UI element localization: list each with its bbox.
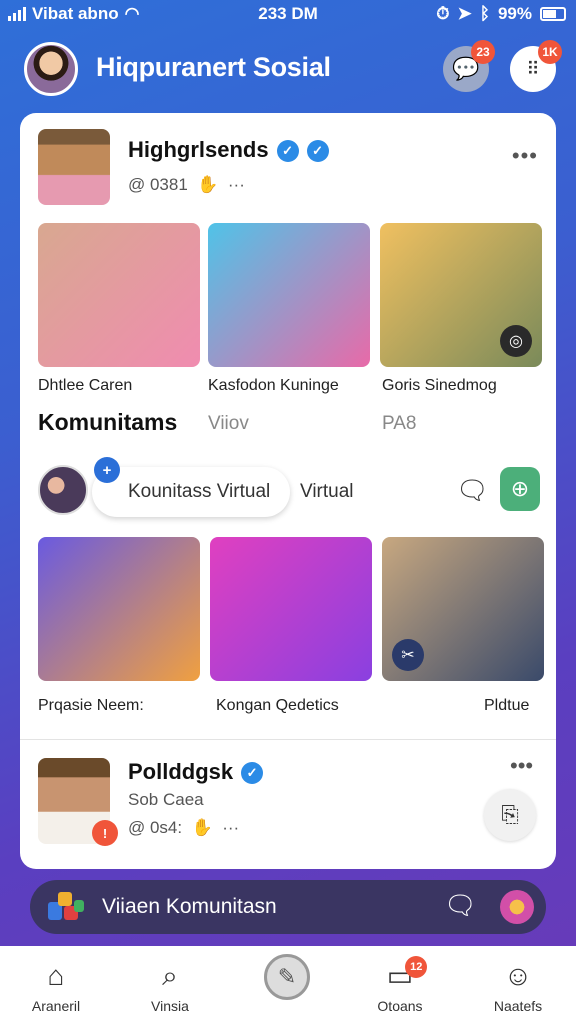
media-tile[interactable]: [38, 223, 200, 367]
compose-bar[interactable]: Viiaen Komunitasn 🗨: [30, 880, 546, 934]
app-title: Hiqpuranert Sosial: [96, 52, 331, 82]
post2-meta-text: @ 0s4:: [128, 818, 183, 837]
community-label: Pldtue: [484, 697, 530, 714]
ellipsis-icon[interactable]: ···: [217, 818, 239, 837]
post-header: Highgrlsends ✓ ✓ @ 0381 ✋ ··· •••: [38, 129, 538, 209]
community-tile[interactable]: [210, 537, 372, 681]
compose-input[interactable]: Viiaen Komunitasn: [102, 895, 277, 919]
feed-card: Highgrlsends ✓ ✓ @ 0381 ✋ ··· ••• ◎ Dhtlee…: [20, 113, 556, 869]
apps-badge: 1K: [538, 40, 562, 64]
community-avatar[interactable]: [38, 465, 88, 515]
divider: [20, 739, 556, 740]
post-author-label: Highgrlsends: [128, 137, 269, 162]
share-button[interactable]: ⎘: [484, 789, 536, 841]
battery-icon: [540, 7, 566, 21]
sticker-icon[interactable]: [500, 890, 534, 924]
post2-alert-badge: !: [92, 820, 118, 846]
post-media-row: ◎: [38, 223, 542, 369]
community-tile[interactable]: ✂: [382, 537, 544, 681]
home-icon: ⌂: [47, 960, 65, 991]
nav-messages[interactable]: ▭ 12 Otoans: [352, 956, 448, 1014]
community-media-row: ✂: [38, 537, 544, 683]
nav-label: Naatefs: [493, 998, 543, 1014]
community-label: Prqasie Neem:: [38, 697, 144, 714]
reaction-icon[interactable]: ✋: [187, 818, 213, 837]
community-pill[interactable]: Kounitass Virtual: [92, 467, 290, 517]
battery-percent: 99%: [497, 4, 532, 23]
grid-icon: ⠿: [526, 58, 540, 79]
nav-search[interactable]: ⌕ Vinsia: [122, 958, 218, 1014]
nav-label: Araneril: [31, 998, 81, 1014]
community-tile[interactable]: [38, 537, 200, 681]
post2-author-label: Pollddgsk: [128, 759, 234, 784]
search-icon: ⌕: [162, 960, 178, 991]
post2-meta: @ 0s4: ✋ ···: [128, 818, 239, 838]
search-community-button[interactable]: ⊕: [500, 467, 540, 511]
verified-icon: ✓: [241, 762, 264, 785]
nav-label: Vinsia: [151, 998, 189, 1014]
post2-subtitle: Sob Caea: [128, 790, 204, 809]
bluetooth-icon: ᛒ: [479, 4, 490, 23]
location-icon: ➤: [457, 4, 472, 23]
play-icon[interactable]: ◎: [500, 325, 532, 357]
media-tile[interactable]: ◎: [380, 223, 542, 367]
message-icon[interactable]: 🗨: [444, 890, 477, 921]
bottom-navigation: ⌂ Araneril ⌕ Vinsia ✎ ▭ 12 Otoans ☺ Naate…: [0, 946, 576, 1024]
compose-icon: ✎: [277, 964, 297, 989]
status-bar: Vibat abno ◠ 233 DM ⏱ ➤ ᛒ 99%: [0, 0, 576, 28]
post2-author-name[interactable]: Pollddgsk ✓: [128, 759, 264, 785]
community-sub-label: PA8: [382, 413, 417, 434]
tools-icon[interactable]: ✂: [392, 639, 424, 671]
community-section-title: Komunitams: [38, 409, 178, 435]
media-tile[interactable]: [208, 223, 370, 367]
media-label: Goris Sinedmog: [382, 377, 497, 394]
post-author-avatar[interactable]: [38, 129, 110, 205]
reaction-icon[interactable]: ✋: [193, 175, 218, 194]
verified-icon: ✓: [276, 140, 299, 163]
status-right: ⏱ ➤ ᛒ 99%: [436, 4, 566, 24]
post-meta-text: @ 0381: [128, 175, 188, 194]
comment-icon[interactable]: 🗨: [456, 475, 489, 506]
messages-badge: 12: [405, 956, 428, 978]
profile-avatar[interactable]: [24, 42, 78, 96]
add-icon[interactable]: +: [94, 457, 120, 483]
profile-icon: ☺: [503, 960, 533, 991]
alarm-icon: ⏱: [436, 4, 450, 23]
media-label: Dhtlee Caren: [38, 377, 133, 394]
apps-button[interactable]: ⠿ 1K: [510, 40, 562, 92]
more-options-icon[interactable]: •••: [512, 143, 538, 169]
share-icon: ⎘: [501, 802, 519, 827]
nav-home[interactable]: ⌂ Araneril: [8, 958, 104, 1014]
messages-icon: ▭ 12: [387, 956, 428, 994]
post-author-name[interactable]: Highgrlsends ✓ ✓: [128, 137, 329, 163]
media-label: Kasfodon Kuninge: [208, 377, 339, 394]
chat-badge: 23: [471, 40, 495, 64]
community-sub-label: Viiov: [208, 413, 249, 434]
nav-profile[interactable]: ☺ Naatefs: [470, 958, 566, 1014]
post-meta: @ 0381 ✋ ···: [128, 175, 245, 195]
community-label: Kongan Qedetics: [216, 697, 339, 714]
apps-blocks-icon: [48, 892, 84, 922]
chat-button[interactable]: 💬 23: [443, 40, 495, 92]
nav-compose[interactable]: ✎: [264, 954, 310, 1000]
community-row: Kounitass Virtual + Virtual 🗨 ⊕: [38, 457, 540, 519]
nav-label: Otoans: [377, 998, 423, 1014]
community-type-label: Virtual: [300, 481, 354, 502]
more-options-icon[interactable]: •••: [510, 753, 533, 779]
ellipsis-icon[interactable]: ···: [223, 175, 245, 194]
verified-icon: ✓: [306, 140, 329, 163]
app-header: Hiqpuranert Sosial 💬 23 ⠿ 1K: [0, 38, 576, 102]
